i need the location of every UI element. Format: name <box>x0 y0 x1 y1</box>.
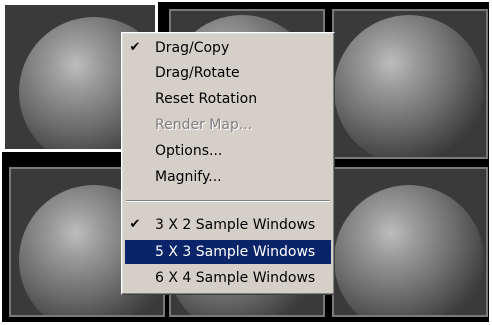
menu-item-5x3-sample-windows[interactable]: 5 X 3 Sample Windows <box>125 240 331 264</box>
sample-sphere <box>334 185 484 315</box>
menu-item-6x4-sample-windows[interactable]: 6 X 4 Sample Windows <box>125 266 331 290</box>
menu-item-drag-rotate[interactable]: Drag/Rotate <box>125 61 331 85</box>
menu-item-options[interactable]: Options... <box>125 139 331 163</box>
menu-item-label: Render Map... <box>155 117 253 133</box>
sample-slot-3[interactable] <box>332 9 488 159</box>
menu-item-label: Drag/Copy <box>155 40 230 56</box>
menu-item-reset-rotation[interactable]: Reset Rotation <box>125 87 331 111</box>
menu-item-label: Reset Rotation <box>155 91 258 107</box>
menu-item-label: Options... <box>155 143 223 159</box>
menu-item-magnify[interactable]: Magnify... <box>125 165 331 189</box>
menu-item-label: 5 X 3 Sample Windows <box>155 244 316 260</box>
menu-item-3x2-sample-windows[interactable]: ✔ 3 X 2 Sample Windows <box>125 213 331 237</box>
menu-item-label: 3 X 2 Sample Windows <box>155 217 316 233</box>
context-menu: ✔ Drag/Copy Drag/Rotate Reset Rotation R… <box>121 32 335 295</box>
menu-item-label: Magnify... <box>155 169 222 185</box>
checkmark-icon: ✔ <box>129 40 141 55</box>
menu-item-render-map: Render Map... <box>125 113 331 137</box>
checkmark-icon: ✔ <box>129 217 141 232</box>
sample-slot-6[interactable] <box>332 167 488 317</box>
menu-item-drag-copy[interactable]: ✔ Drag/Copy <box>125 36 331 60</box>
menu-item-label: 6 X 4 Sample Windows <box>155 270 316 286</box>
menu-separator <box>126 200 330 202</box>
menu-item-label: Drag/Rotate <box>155 65 240 81</box>
sample-sphere <box>334 15 484 157</box>
